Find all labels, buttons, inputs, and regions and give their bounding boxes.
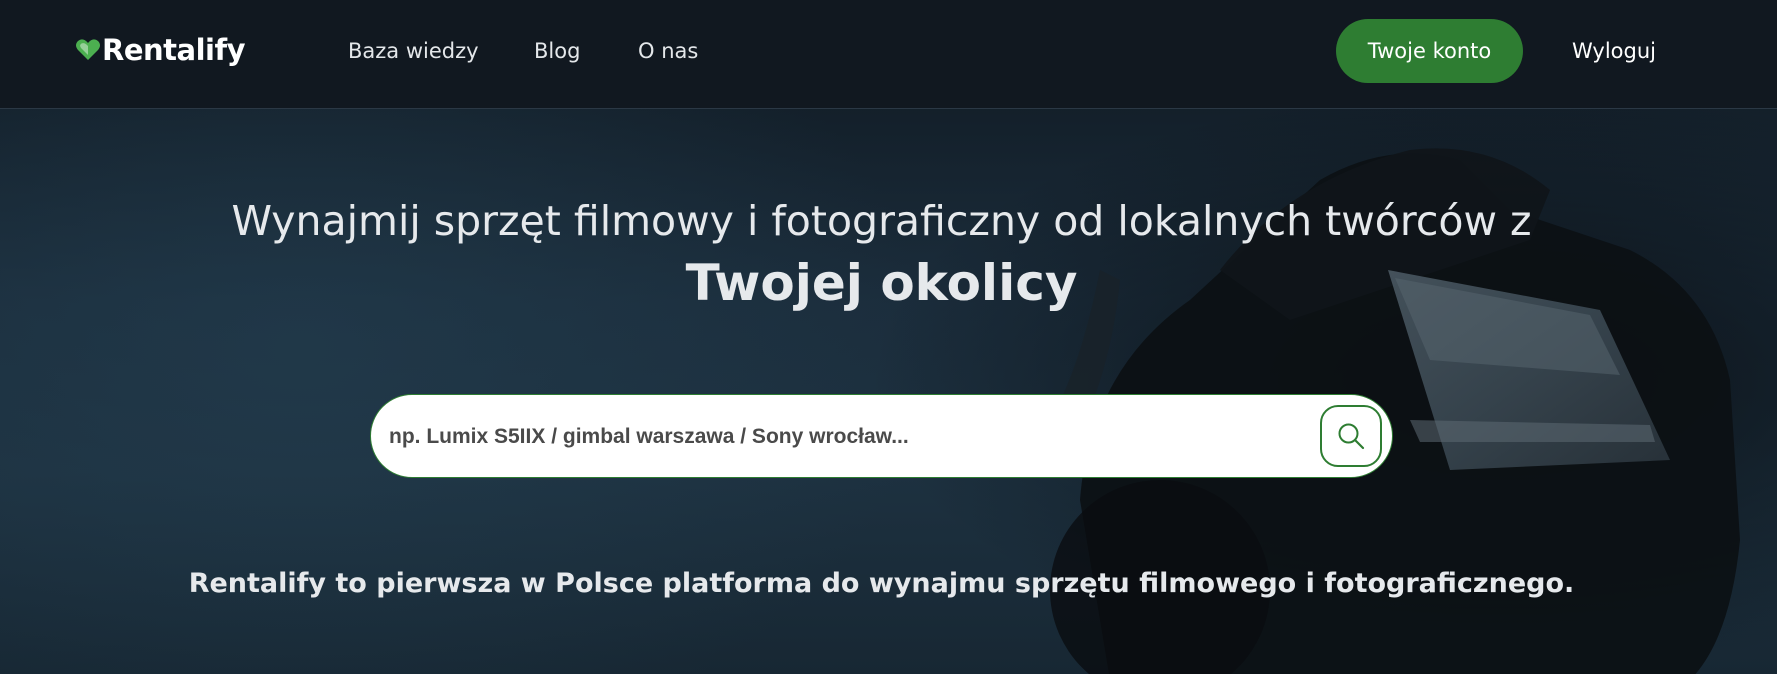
brand-name: Rentalify bbox=[102, 33, 245, 67]
hero-headline: Wynajmij sprzęt filmowy i fotograficzny … bbox=[231, 197, 1532, 245]
nav-link-knowledge-base[interactable]: Baza wiedzy bbox=[348, 36, 479, 66]
search-bar bbox=[370, 394, 1393, 478]
logout-link[interactable]: Wyloguj bbox=[1572, 36, 1656, 66]
nav-link-blog[interactable]: Blog bbox=[534, 36, 580, 66]
account-button[interactable]: Twoje konto bbox=[1336, 19, 1523, 83]
search-button[interactable] bbox=[1320, 405, 1382, 467]
search-input[interactable] bbox=[387, 415, 1271, 459]
hero-headline-emphasis: Twojej okolicy bbox=[685, 254, 1078, 312]
platform-tagline: Rentalify to pierwsza w Polsce platforma… bbox=[188, 568, 1575, 599]
brand-logo[interactable]: Rentalify bbox=[75, 28, 245, 72]
search-icon bbox=[1338, 423, 1365, 450]
top-navbar: Rentalify Baza wiedzy Blog O nas Twoje k… bbox=[0, 0, 1777, 109]
page: Rentalify Baza wiedzy Blog O nas Twoje k… bbox=[0, 0, 1777, 674]
nav-link-about[interactable]: O nas bbox=[638, 36, 698, 66]
heart-icon bbox=[76, 39, 100, 60]
